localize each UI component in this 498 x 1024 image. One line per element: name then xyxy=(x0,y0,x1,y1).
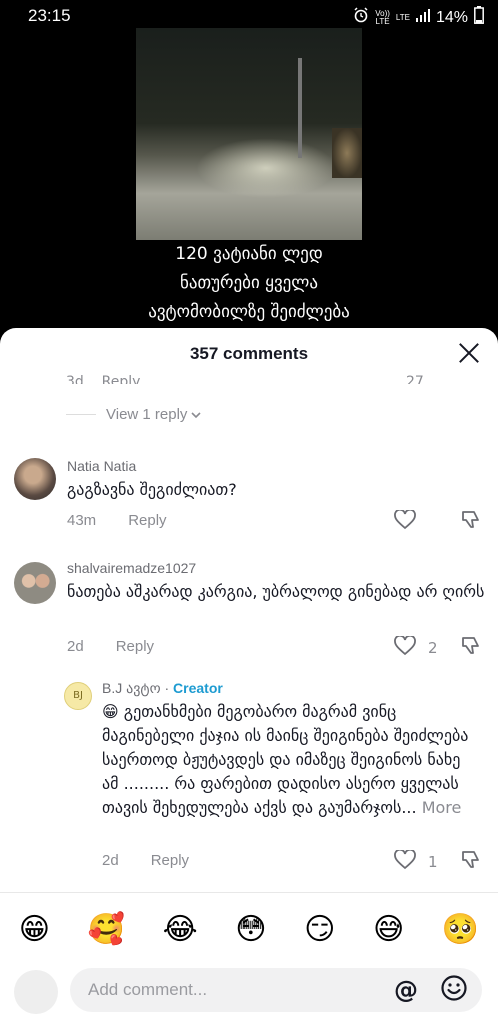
comment-username[interactable]: B.J ავტო · Creator xyxy=(102,680,223,697)
status-icons: Vo)) LTE LTE 14% xyxy=(353,6,484,29)
comments-sheet: 357 comments 3d Reply 27 View 1 reply Na… xyxy=(0,328,498,1024)
comment-item: shalvairemadze1027 ნათება აშკარად კარგია… xyxy=(0,558,498,668)
sheet-header: 357 comments xyxy=(0,328,498,380)
view-replies-button[interactable]: View 1 reply xyxy=(66,406,202,423)
like-count: 1 xyxy=(428,853,438,871)
heart-icon[interactable] xyxy=(394,848,416,874)
comment-time: 2d xyxy=(67,638,84,655)
comment-actions xyxy=(394,508,482,534)
battery-level: 14% xyxy=(435,8,468,26)
reply-button[interactable]: Reply xyxy=(116,638,154,655)
emoji-sweat[interactable]: 😅 xyxy=(373,912,404,947)
dislike-icon[interactable] xyxy=(460,850,482,874)
alarm-icon xyxy=(353,7,369,28)
creator-avatar[interactable]: BJ xyxy=(64,682,92,710)
emoji-smirk[interactable]: 😏 xyxy=(304,912,335,947)
signal-icon xyxy=(415,8,430,27)
emoji-flushed[interactable]: 😳 xyxy=(235,912,266,947)
heart-icon[interactable] xyxy=(394,508,416,534)
dislike-icon[interactable] xyxy=(460,510,482,534)
avatar[interactable] xyxy=(14,562,56,604)
comment-username[interactable]: shalvairemadze1027 xyxy=(67,560,196,576)
partial-comment-row: 3d Reply 27 xyxy=(66,374,486,384)
more-link[interactable]: More xyxy=(422,798,462,817)
status-time: 23:15 xyxy=(28,6,71,25)
chevron-down-icon xyxy=(191,406,202,423)
reply-button[interactable]: Reply xyxy=(128,512,166,529)
partial-like-count: 27 xyxy=(406,374,424,384)
comment-meta: 2d Reply xyxy=(102,852,189,869)
heart-icon[interactable] xyxy=(394,634,416,660)
like-count: 2 xyxy=(428,639,438,657)
comment-input-row: @ xyxy=(0,960,498,1024)
volte-icon: Vo)) LTE xyxy=(375,8,390,26)
comment-list[interactable]: 3d Reply 27 View 1 reply Natia Natia გაგ… xyxy=(0,374,498,892)
creator-badge: Creator xyxy=(173,680,223,696)
battery-icon xyxy=(474,6,484,29)
dislike-icon[interactable] xyxy=(460,636,482,660)
emoji-hearts[interactable]: 🥰 xyxy=(88,912,125,947)
comment-text: ნათება აშკარად კარგია, უბრალოდ გინებად ა… xyxy=(67,582,485,601)
comment-time: 43m xyxy=(67,512,97,529)
comment-input[interactable] xyxy=(70,968,482,1012)
comments-count: 357 comments xyxy=(189,344,309,363)
creator-reply: BJ B.J ავტო · Creator 😁 გეთანხმები მეგობ… xyxy=(0,678,498,888)
my-avatar xyxy=(14,970,58,1014)
comment-meta: 2d Reply xyxy=(67,638,154,655)
video-thumbnail[interactable] xyxy=(136,28,362,240)
reply-button[interactable]: Reply xyxy=(151,852,189,869)
comment-actions: 2 xyxy=(394,634,482,660)
comment-text: გაგზავნა შეგიძლიათ? xyxy=(67,480,237,499)
comment-text: 😁 გეთანხმები მეგობარო მაგრამ ვინც მაგინე… xyxy=(102,702,469,817)
comment-actions: 1 xyxy=(394,848,482,874)
comment-username[interactable]: Natia Natia xyxy=(67,458,136,474)
roadside-bush xyxy=(332,128,362,178)
reply-divider xyxy=(66,414,96,415)
headlight-glow xyxy=(196,138,336,198)
close-button[interactable] xyxy=(456,340,482,366)
emoji-bar: 😁 🥰 😂 😳 😏 😅 🥺 xyxy=(0,902,498,956)
emoji-pleading[interactable]: 🥺 xyxy=(442,912,479,947)
comment-item: Natia Natia გაგზავნა შეგიძლიათ? 43m Repl… xyxy=(0,454,498,554)
avatar[interactable] xyxy=(14,458,56,500)
mention-button[interactable]: @ xyxy=(394,976,418,1004)
comment-meta: 43m Reply xyxy=(67,512,167,529)
emoji-picker-icon[interactable] xyxy=(440,974,468,1006)
lte-icon: LTE xyxy=(395,12,410,22)
emoji-grin[interactable]: 😁 xyxy=(19,912,50,947)
emoji-divider xyxy=(0,892,498,893)
utility-pole xyxy=(298,58,302,158)
comment-time: 2d xyxy=(102,852,119,869)
emoji-laugh[interactable]: 😂 xyxy=(163,912,198,947)
